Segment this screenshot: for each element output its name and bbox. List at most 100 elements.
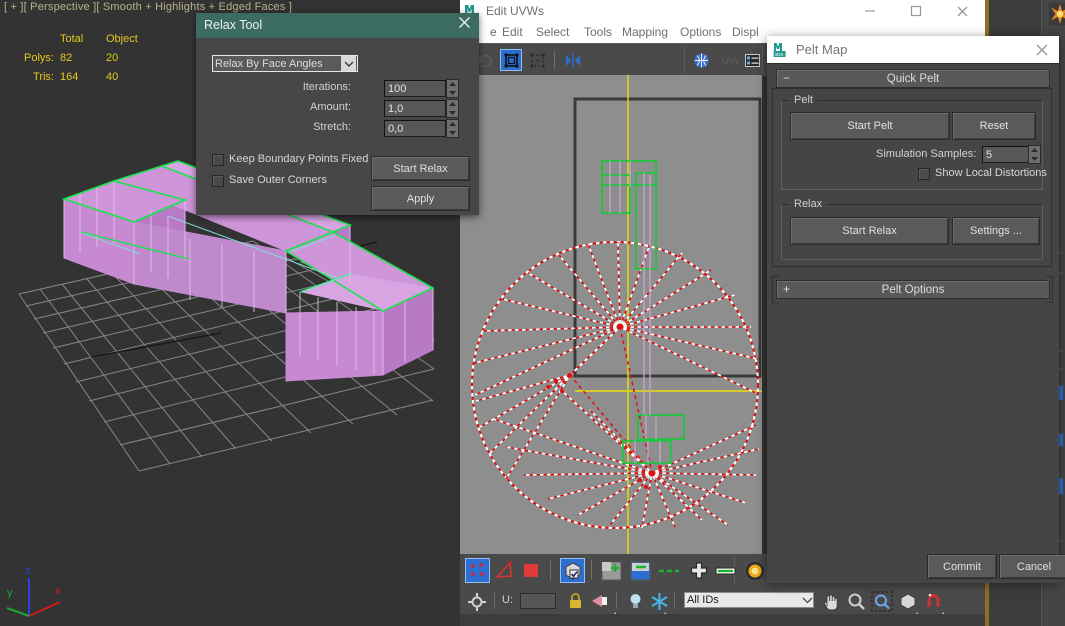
cancel-button[interactable]: Cancel	[999, 554, 1065, 579]
material-id-select[interactable]: All IDs	[684, 592, 814, 608]
edit-uvws-title: Edit UVWs	[486, 4, 545, 18]
amount-spinner[interactable]	[446, 99, 459, 118]
axis-tripod-gizmo: z x y	[6, 565, 61, 617]
axis-y-label: y	[7, 587, 13, 599]
spinner-up-icon	[449, 102, 456, 107]
element-subobject-icon[interactable]	[560, 558, 585, 583]
simulation-samples-label: Simulation Samples:	[876, 148, 977, 160]
menu-options[interactable]: Options	[680, 25, 721, 39]
stretch-spinner[interactable]	[446, 119, 459, 138]
spinner-down-icon	[449, 130, 456, 135]
maximize-button[interactable]	[893, 0, 939, 22]
stats-tris-total: 164	[60, 71, 79, 83]
checkbox-box	[918, 168, 930, 180]
maximize-icon	[910, 5, 922, 17]
properties-list-icon[interactable]	[741, 49, 763, 71]
menu-mapping[interactable]: Mapping	[622, 25, 668, 39]
menu-display[interactable]: Displ	[732, 25, 759, 39]
uv-edit-canvas[interactable]	[460, 75, 762, 554]
edit-uvws-footer	[460, 614, 985, 626]
stats-tris-label: Tris:	[33, 71, 54, 83]
mirror-horizontal-icon[interactable]	[562, 49, 584, 71]
svg-text:UVW: UVW	[722, 56, 738, 66]
field-amount: Amount:	[212, 99, 484, 118]
minimize-button[interactable]	[847, 0, 893, 22]
scale-selection-icon[interactable]	[526, 49, 548, 71]
stats-col-total: Total	[60, 33, 84, 45]
rollout-expand-sign: −	[783, 70, 791, 85]
u-coordinate-input[interactable]	[520, 593, 556, 609]
pan-hand-icon[interactable]	[820, 590, 842, 612]
loop-uv-icon[interactable]	[656, 558, 681, 583]
simulation-samples-input[interactable]	[982, 146, 1032, 163]
face-subobject-icon[interactable]	[519, 558, 544, 583]
menu-select[interactable]: Select	[536, 25, 569, 39]
3dsmax-icon: 3DS	[773, 41, 790, 58]
pelt-map-title: Pelt Map	[796, 42, 848, 57]
stats-polys-label: Polys:	[24, 52, 54, 64]
zoom-icon[interactable]	[845, 590, 867, 612]
relax-settings-button[interactable]: Settings ...	[952, 217, 1040, 245]
rollout-pelt-options[interactable]: + Pelt Options	[776, 280, 1050, 299]
lock-icon[interactable]	[564, 590, 586, 612]
reset-button[interactable]: Reset	[952, 112, 1036, 140]
relax-start-relax-button[interactable]: Start Relax	[371, 156, 470, 181]
rollout-pelt-options-label: Pelt Options	[881, 283, 945, 296]
svg-text:3DS: 3DS	[774, 52, 783, 57]
edit-uvws-status-toolbar[interactable]: U: All IDs	[460, 588, 985, 617]
relax-tool-close-button[interactable]	[453, 15, 475, 36]
group-relax: Relax Start Relax Settings ...	[781, 198, 1043, 260]
menu-file[interactable]: e	[490, 25, 497, 39]
relax-tool-titlebar[interactable]: Relax Tool	[196, 13, 479, 38]
edit-uvws-titlebar[interactable]: 3DS Edit UVWs	[460, 0, 985, 22]
max-star-icon[interactable]	[1049, 3, 1065, 25]
menu-edit[interactable]: Edit	[502, 25, 523, 39]
rollout-quick-pelt[interactable]: − Quick Pelt	[776, 69, 1050, 88]
ring-uv-icon[interactable]	[713, 558, 738, 583]
uv-label-icon[interactable]: UVW	[718, 49, 740, 71]
grow-selection-icon[interactable]	[599, 558, 624, 583]
stats-row-polys: Polys: 82 20	[8, 49, 152, 68]
checkbox-box	[212, 154, 224, 166]
close-button[interactable]	[939, 0, 985, 22]
expand-selection-icon[interactable]	[686, 558, 711, 583]
start-pelt-button[interactable]: Start Pelt	[790, 112, 950, 140]
amount-input[interactable]	[384, 100, 446, 117]
flyout-arrow-icon	[610, 608, 616, 617]
mirror-selection-icon[interactable]	[590, 590, 612, 612]
menu-tools[interactable]: Tools	[584, 25, 612, 39]
pelt-map-dialog[interactable]: 3DS Pelt Map − Quick Pelt Pelt Start Pel…	[767, 36, 1065, 583]
keep-boundary-points-fixed-label: Keep Boundary Points Fixed	[229, 153, 369, 165]
pelt-start-relax-button[interactable]: Start Relax	[790, 217, 949, 245]
stretch-input[interactable]	[384, 120, 446, 137]
simulation-samples-spinner[interactable]	[1028, 145, 1041, 164]
commit-button[interactable]: Commit	[927, 554, 997, 579]
pelt-map-titlebar[interactable]: 3DS Pelt Map	[767, 36, 1059, 63]
pelt-map-close-button[interactable]	[1031, 39, 1053, 60]
rollout-bracket-right	[1046, 276, 1053, 303]
show-map-icon[interactable]	[690, 49, 712, 71]
field-iterations: Iterations:	[212, 79, 484, 98]
relax-apply-button[interactable]: Apply	[371, 186, 470, 211]
shrink-selection-icon[interactable]	[628, 558, 653, 583]
field-stretch: Stretch:	[212, 119, 484, 138]
relax-method-select[interactable]: Relax By Face Angles	[212, 55, 358, 72]
freeform-mode-icon[interactable]	[500, 49, 522, 71]
vertex-subobject-icon[interactable]	[465, 558, 490, 583]
rollout-collapse-sign: +	[783, 281, 791, 296]
lightbulb-icon[interactable]	[624, 590, 646, 612]
spinner-up-icon	[449, 82, 456, 87]
move-gizmo-icon[interactable]	[465, 590, 488, 613]
flyout-arrow-icon	[938, 608, 944, 617]
stats-polys-total: 82	[60, 52, 73, 64]
amount-label: Amount:	[310, 101, 351, 113]
snowflake-icon[interactable]	[648, 590, 670, 612]
paint-select-icon[interactable]	[742, 558, 767, 583]
iterations-spinner[interactable]	[446, 79, 459, 98]
iterations-input[interactable]	[384, 80, 446, 97]
zoom-region-icon[interactable]	[870, 590, 894, 613]
flyout-arrow-icon	[912, 608, 918, 617]
axis-z-label: z	[25, 565, 31, 577]
relax-tool-dialog[interactable]: Relax Tool Relax By Face Angles Iteratio…	[196, 13, 479, 215]
edge-subobject-icon[interactable]	[492, 558, 517, 583]
